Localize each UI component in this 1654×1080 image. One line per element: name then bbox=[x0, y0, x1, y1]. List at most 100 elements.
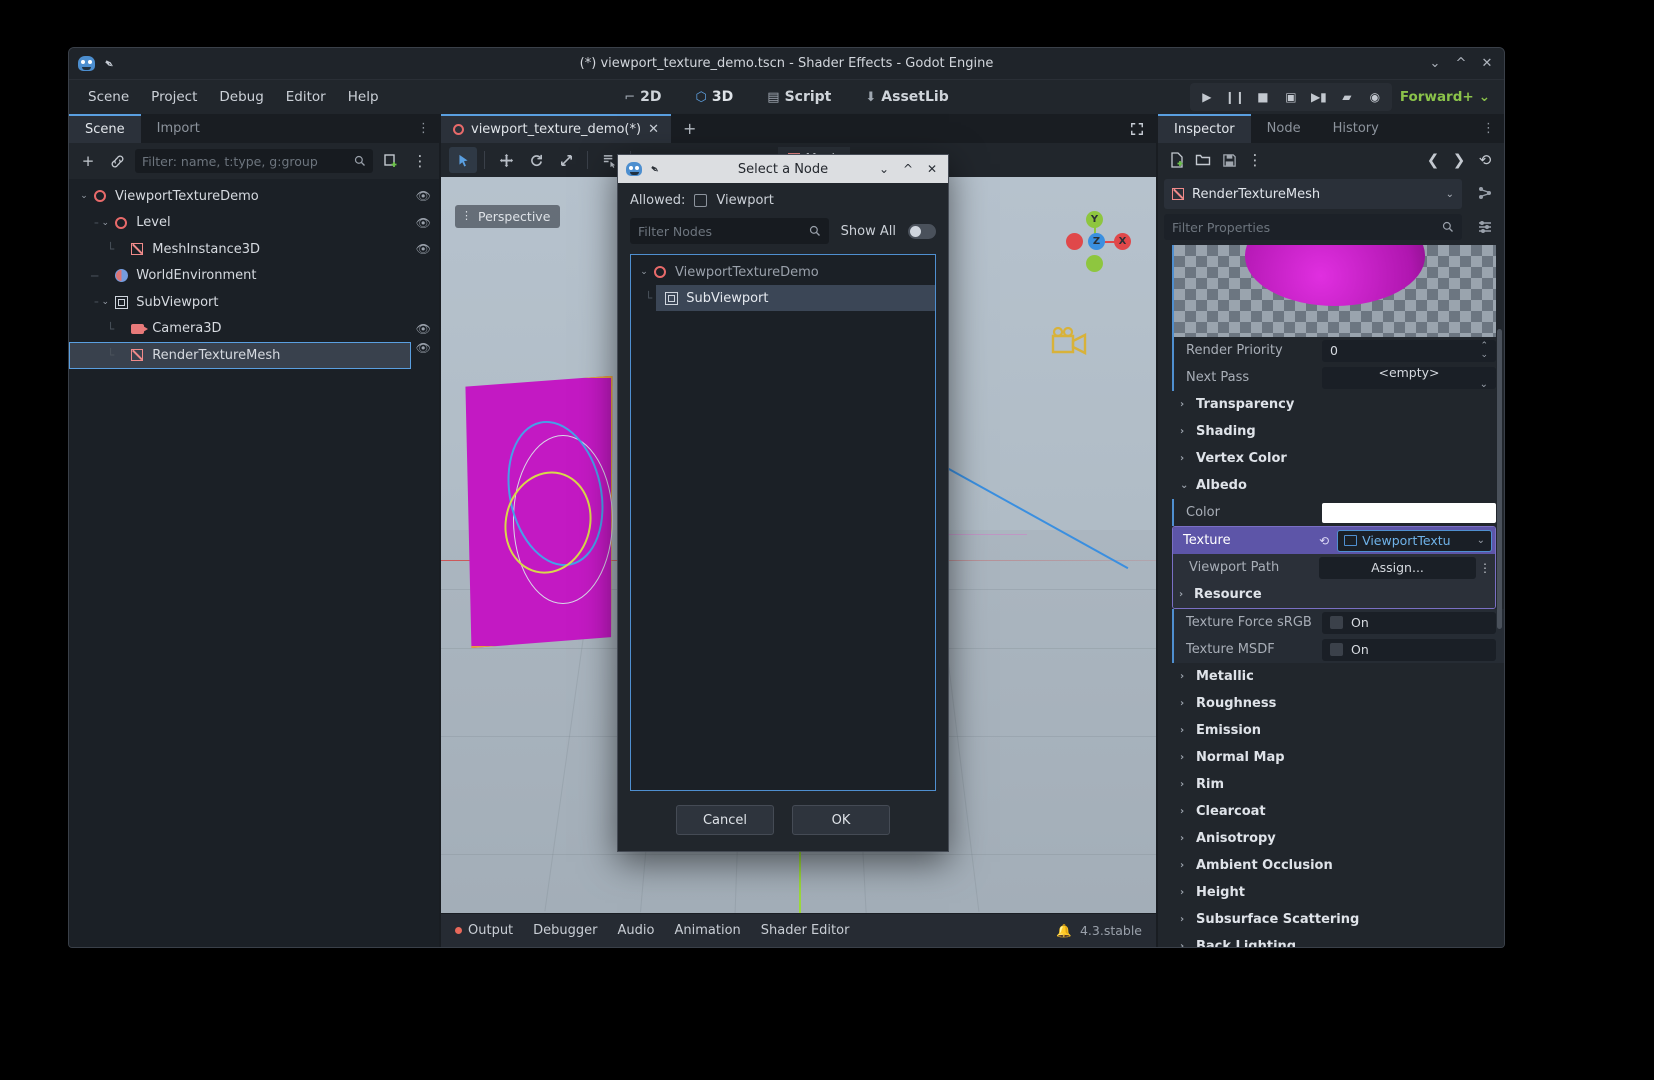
expand-arrow-icon[interactable]: ⌄ bbox=[98, 218, 112, 228]
property-texture-msdf[interactable]: Texture MSDF On bbox=[1172, 636, 1504, 663]
cancel-button[interactable]: Cancel bbox=[676, 805, 774, 835]
tab-script[interactable]: ▤ Script bbox=[761, 86, 837, 108]
pin-icon[interactable]: ✒ bbox=[101, 55, 117, 72]
scene-tree-more-icon[interactable]: ⋮ bbox=[409, 150, 431, 172]
section-transparency[interactable]: › Transparency bbox=[1172, 391, 1504, 418]
section-normal-map[interactable]: › Normal Map bbox=[1172, 744, 1504, 771]
dialog-minimize-button[interactable]: ⌄ bbox=[872, 157, 896, 181]
inspector-more-icon[interactable]: ⋮ bbox=[1244, 149, 1266, 171]
node-filter-input[interactable]: Filter Nodes bbox=[630, 218, 829, 244]
section-ambient-occlusion[interactable]: › Ambient Occlusion bbox=[1172, 852, 1504, 879]
texture-value-field[interactable]: ViewportTextu ⌄ bbox=[1337, 529, 1492, 552]
section-emission[interactable]: › Emission bbox=[1172, 717, 1504, 744]
expand-arrow-icon[interactable]: ⌄ bbox=[98, 297, 112, 307]
dialog-tree-item-viewporttexturedemo[interactable]: ⌄ ViewportTextureDemo bbox=[631, 259, 935, 285]
gizmo-axis-neg-y[interactable] bbox=[1086, 255, 1103, 272]
scale-tool-button[interactable] bbox=[552, 147, 580, 173]
maximize-button[interactable]: ^ bbox=[1448, 51, 1474, 77]
save-icon[interactable] bbox=[1218, 149, 1240, 171]
bottom-panel-shader-editor[interactable]: Shader Editor bbox=[761, 923, 850, 938]
chevron-down-icon[interactable]: ⌄ bbox=[1480, 380, 1488, 390]
play-button[interactable]: ▶ bbox=[1194, 85, 1220, 109]
select-tool-button[interactable] bbox=[449, 147, 477, 173]
tree-item-rendertexturemesh[interactable]: └ RenderTextureMesh bbox=[69, 342, 411, 369]
tab-import[interactable]: Import bbox=[140, 114, 216, 143]
bottom-panel-animation[interactable]: Animation bbox=[674, 923, 740, 938]
tree-item-subviewport[interactable]: ╶ ⌄ SubViewport bbox=[69, 289, 439, 316]
gizmo-axis-z[interactable]: Z bbox=[1088, 233, 1105, 250]
close-button[interactable]: ✕ bbox=[1474, 51, 1500, 77]
menu-help[interactable]: Help bbox=[337, 85, 390, 109]
tree-item-worldenvironment[interactable]: ─ WorldEnvironment bbox=[69, 263, 439, 290]
pin-icon[interactable]: ✒ bbox=[647, 161, 662, 177]
bottom-panel-output[interactable]: Output bbox=[455, 923, 513, 938]
checkbox-icon[interactable] bbox=[1330, 643, 1343, 656]
dialog-node-tree[interactable]: ⌄ ViewportTextureDemo └ SubViewport bbox=[630, 254, 936, 791]
tree-item-viewporttexturedemo[interactable]: ⌄ ViewportTextureDemo 👁 bbox=[69, 183, 439, 210]
scene-filter-input[interactable]: Filter: name, t:type, g:group bbox=[135, 149, 373, 173]
create-instance-icon[interactable] bbox=[380, 150, 402, 172]
texture-msdf-checkbox[interactable]: On bbox=[1322, 638, 1496, 661]
stop-button[interactable]: ■ bbox=[1250, 85, 1276, 109]
tools-icon[interactable] bbox=[1474, 216, 1496, 238]
expand-arrow-icon[interactable]: ⌄ bbox=[637, 267, 651, 277]
inspected-object-row[interactable]: RenderTextureMesh ⌄ bbox=[1164, 179, 1462, 209]
dialog-close-button[interactable]: ✕ bbox=[920, 157, 944, 181]
new-scene-tab-button[interactable]: + bbox=[671, 114, 708, 143]
property-list[interactable]: Render Priority 0 ⌃ ⌄ Next Pass <empty> ⌄… bbox=[1158, 245, 1504, 947]
section-roughness[interactable]: › Roughness bbox=[1172, 690, 1504, 717]
subsection-resource[interactable]: › Resource bbox=[1173, 581, 1495, 608]
property-albedo-color[interactable]: Color bbox=[1172, 499, 1504, 526]
open-in-editor-icon[interactable] bbox=[1474, 182, 1496, 204]
dock-menu-icon[interactable]: ⋮ bbox=[1473, 114, 1504, 143]
open-icon[interactable] bbox=[1192, 149, 1214, 171]
inspector-scrollbar[interactable] bbox=[1497, 329, 1502, 629]
viewport-options-icon[interactable]: ⋮ bbox=[461, 210, 472, 221]
forward-icon[interactable]: ❯ bbox=[1448, 149, 1470, 171]
tab-history[interactable]: History bbox=[1316, 114, 1395, 143]
visibility-icon[interactable]: 👁 bbox=[416, 341, 431, 355]
dock-menu-icon[interactable]: ⋮ bbox=[408, 114, 439, 143]
gizmo-axis-y[interactable]: Y bbox=[1086, 211, 1103, 228]
assign-button[interactable]: Assign... bbox=[1319, 556, 1476, 579]
section-subsurface-scattering[interactable]: › Subsurface Scattering bbox=[1172, 906, 1504, 933]
section-clearcoat[interactable]: › Clearcoat bbox=[1172, 798, 1504, 825]
dialog-tree-item-subviewport[interactable]: SubViewport bbox=[656, 285, 935, 311]
property-next-pass[interactable]: Next Pass <empty> ⌄ bbox=[1172, 364, 1504, 391]
tab-scene[interactable]: Scene bbox=[69, 114, 141, 143]
new-resource-icon[interactable] bbox=[1166, 149, 1188, 171]
pause-button[interactable]: ❙❙ bbox=[1222, 85, 1248, 109]
viewport-path-more-icon[interactable]: ⋮ bbox=[1479, 561, 1495, 575]
movie-maker-button[interactable]: ▰ bbox=[1334, 85, 1360, 109]
property-viewport-path[interactable]: Viewport Path Assign... ⋮ bbox=[1173, 554, 1495, 581]
section-shading[interactable]: › Shading bbox=[1172, 418, 1504, 445]
scene-tab-active[interactable]: viewport_texture_demo(*) ✕ bbox=[441, 114, 671, 143]
section-height[interactable]: › Height bbox=[1172, 879, 1504, 906]
visibility-icon[interactable]: 👁 bbox=[416, 242, 431, 256]
history-icon[interactable]: ⟲ bbox=[1474, 149, 1496, 171]
remote-debug-button[interactable]: ◉ bbox=[1362, 85, 1388, 109]
rotate-tool-button[interactable] bbox=[522, 147, 550, 173]
revert-icon[interactable]: ⟲ bbox=[1319, 534, 1337, 548]
property-albedo-texture[interactable]: Texture ⟲ ViewportTextu ⌄ bbox=[1173, 527, 1495, 554]
chevron-down-icon[interactable]: ⌄ bbox=[1446, 189, 1454, 200]
menu-project[interactable]: Project bbox=[140, 85, 208, 109]
tab-2d[interactable]: ⌐ 2D bbox=[618, 86, 667, 108]
menu-scene[interactable]: Scene bbox=[77, 85, 140, 109]
tree-item-camera3d[interactable]: └ Camera3D 👁 bbox=[69, 316, 439, 343]
section-anisotropy[interactable]: › Anisotropy bbox=[1172, 825, 1504, 852]
gizmo-axis-neg-x[interactable] bbox=[1066, 233, 1083, 250]
property-filter-input[interactable]: Filter Properties bbox=[1164, 214, 1462, 240]
color-swatch[interactable] bbox=[1322, 502, 1496, 523]
dialog-maximize-button[interactable]: ^ bbox=[896, 157, 920, 181]
tab-assetlib[interactable]: ⬇ AssetLib bbox=[859, 86, 954, 108]
checkbox-icon[interactable] bbox=[1330, 616, 1343, 629]
minimize-button[interactable]: ⌄ bbox=[1422, 51, 1448, 77]
show-all-toggle[interactable] bbox=[908, 223, 936, 239]
expand-arrow-icon[interactable]: ⌄ bbox=[77, 191, 91, 201]
menu-editor[interactable]: Editor bbox=[275, 85, 337, 109]
next-pass-dropdown[interactable]: <empty> ⌄ bbox=[1322, 365, 1496, 390]
distraction-free-icon[interactable] bbox=[1118, 114, 1156, 143]
add-node-button[interactable]: + bbox=[77, 150, 99, 172]
play-scene-button[interactable]: ▣ bbox=[1278, 85, 1304, 109]
